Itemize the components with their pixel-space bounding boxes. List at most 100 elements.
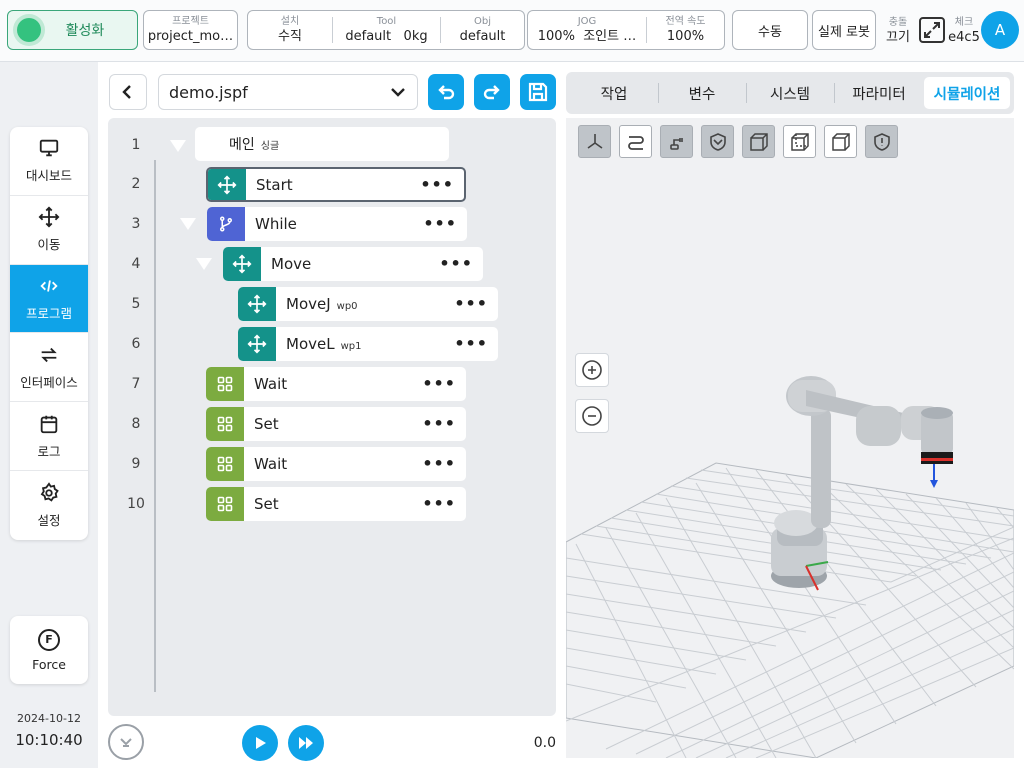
view-front-button[interactable] — [742, 125, 775, 158]
current-date: 2024-10-12 — [17, 712, 81, 725]
nav-item-log[interactable]: 로그 — [10, 402, 88, 471]
install-tool-obj-panel[interactable]: 설치 수직 Tool default 0kg Obj default — [247, 10, 525, 50]
project-selector[interactable]: 프로젝트 project_mo… — [143, 10, 238, 50]
tree-node-main[interactable]: 메인 싱글 — [195, 127, 449, 161]
more-options-icon[interactable]: ••• — [422, 456, 456, 472]
safety-shield-button[interactable] — [701, 125, 734, 158]
install-caption: 설치 — [280, 15, 300, 27]
calendar-icon — [40, 415, 58, 433]
collapse-toggle-icon[interactable] — [170, 140, 186, 152]
avatar[interactable]: A — [981, 11, 1019, 49]
move-icon — [238, 287, 276, 321]
step-forward-button[interactable] — [288, 725, 324, 761]
line-number: 4 — [131, 256, 141, 272]
tree-node-move[interactable]: Move ••• — [223, 247, 483, 281]
node-sub: wp0 — [336, 301, 358, 312]
tree-node-start[interactable]: Start ••• — [206, 167, 466, 202]
grid-icon — [206, 447, 244, 481]
line-number: 3 — [131, 216, 141, 232]
tab-task[interactable]: 작업 — [571, 77, 657, 109]
tab-simulation[interactable]: 시뮬레이션 — [924, 77, 1010, 109]
nav-label: 프로그램 — [25, 305, 72, 321]
more-options-icon[interactable]: ••• — [420, 176, 454, 192]
nav-item-interface[interactable]: 인터페이스 — [10, 333, 88, 403]
cube-top-icon — [831, 132, 850, 151]
tree-node-set[interactable]: Set ••• — [206, 487, 466, 521]
obj-value: default — [459, 28, 506, 44]
move-icon — [223, 247, 261, 281]
undo-icon — [438, 85, 455, 100]
tool-payload: 0kg — [403, 28, 428, 44]
play-icon — [256, 737, 266, 749]
real-robot-button[interactable]: 실제 로봇 — [812, 10, 876, 50]
robot-view-button[interactable] — [660, 125, 693, 158]
simulation-viewport[interactable] — [566, 118, 1014, 758]
tab-system[interactable]: 시스템 — [747, 77, 833, 109]
tree-node-movel[interactable]: MoveL wp1 ••• — [238, 327, 498, 361]
real-robot-label: 실제 로봇 — [818, 24, 870, 40]
play-button[interactable] — [242, 725, 278, 761]
tree-node-set[interactable]: Set ••• — [206, 407, 466, 441]
right-panel-tabs: 작업 변수 시스템 파라미터 시뮬레이션 — [566, 72, 1014, 114]
force-label: Force — [32, 656, 66, 672]
view-top-button[interactable] — [824, 125, 857, 158]
warning-shield-button[interactable] — [865, 125, 898, 158]
more-options-icon[interactable]: ••• — [423, 216, 457, 232]
manual-mode-button[interactable]: 수동 — [732, 10, 808, 50]
force-icon: F — [38, 628, 60, 651]
global-speed-caption: 전역 속도 — [665, 15, 706, 27]
collapse-toggle-icon[interactable] — [180, 218, 196, 230]
tool-name: default — [345, 28, 392, 44]
tree-node-movej[interactable]: MoveJ wp0 ••• — [238, 287, 498, 321]
program-file-select[interactable]: demo.jspf — [158, 74, 418, 110]
fullscreen-icon[interactable] — [918, 16, 946, 44]
tab-parameters[interactable]: 파라미터 — [835, 77, 923, 109]
redo-button[interactable] — [474, 74, 510, 110]
nav-item-move[interactable]: 이동 — [10, 196, 88, 265]
undo-button[interactable] — [428, 74, 464, 110]
branch-icon — [207, 207, 245, 241]
zoom-out-button[interactable] — [575, 399, 609, 433]
line-number: 6 — [131, 336, 141, 352]
axis-view-button[interactable] — [578, 125, 611, 158]
jog-mode: 조인트 … — [583, 28, 637, 44]
more-options-icon[interactable]: ••• — [422, 376, 456, 392]
nav-item-program[interactable]: 프로그램 — [10, 264, 88, 334]
back-button[interactable] — [109, 74, 147, 110]
save-icon — [528, 82, 548, 102]
tree-node-while[interactable]: While ••• — [207, 207, 467, 241]
nav-item-dashboard[interactable]: 대시보드 — [10, 127, 88, 196]
global-speed-value: 100% — [666, 28, 705, 44]
check-caption: 체크 — [954, 16, 974, 28]
tree-node-wait[interactable]: Wait ••• — [206, 447, 466, 481]
line-number: 2 — [131, 176, 141, 192]
node-sub: 싱글 — [260, 141, 280, 152]
monitor-icon — [39, 140, 59, 157]
tree-node-wait[interactable]: Wait ••• — [206, 367, 466, 401]
more-options-icon[interactable]: ••• — [422, 496, 456, 512]
expand-panel-button[interactable] — [108, 724, 144, 760]
nav-label: 대시보드 — [25, 168, 72, 184]
avatar-initial: A — [994, 21, 1006, 39]
floor-grid — [566, 462, 1014, 758]
more-options-icon[interactable]: ••• — [454, 336, 488, 352]
fast-forward-icon — [299, 737, 313, 749]
nav-item-settings[interactable]: 설정 — [10, 471, 88, 540]
save-button[interactable] — [520, 74, 556, 110]
project-value: project_mo… — [147, 28, 234, 44]
nav-label: 로그 — [37, 443, 61, 459]
path-view-button[interactable] — [619, 125, 652, 158]
install-value: 수직 — [278, 28, 302, 44]
collision-toggle[interactable]: 충돌 끄기 — [880, 12, 916, 50]
jog-speed-panel[interactable]: JOG 100% 조인트 … 전역 속도 100% — [527, 10, 725, 50]
more-options-icon[interactable]: ••• — [422, 416, 456, 432]
tab-variables[interactable]: 변수 — [659, 77, 745, 109]
grid-icon — [206, 487, 244, 521]
zoom-in-button[interactable] — [575, 353, 609, 387]
force-button[interactable]: F Force — [10, 616, 88, 684]
more-options-icon[interactable]: ••• — [439, 256, 473, 272]
power-toggle-button[interactable]: 활성화 — [7, 10, 138, 50]
collapse-toggle-icon[interactable] — [196, 258, 212, 270]
view-side-button[interactable] — [783, 125, 816, 158]
more-options-icon[interactable]: ••• — [454, 296, 488, 312]
